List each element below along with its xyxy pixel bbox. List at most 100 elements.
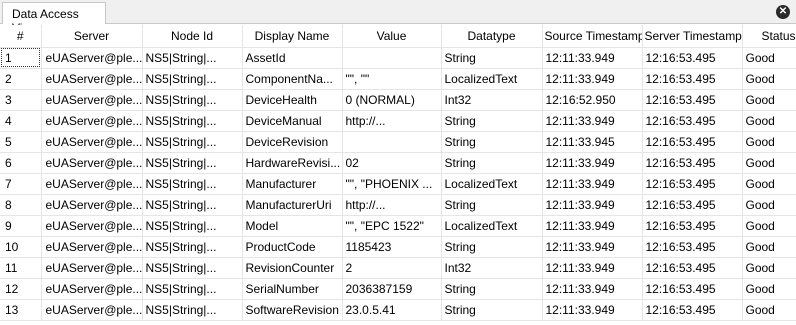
cell-server: eUAServer@ple... [41, 299, 143, 321]
cell-datatype: String [441, 278, 543, 300]
cell-datatype: String [441, 47, 543, 69]
cell-status: Good [742, 257, 796, 279]
cell-display-name: ManufacturerUri [242, 194, 343, 216]
cell-source-timestamp: 12:11:33.949 [542, 215, 643, 237]
header-row: # Server Node Id Display Name Value Data… [0, 25, 796, 48]
cell-display-name: SerialNumber [242, 278, 343, 300]
column-header-index[interactable]: # [0, 25, 42, 48]
table-row[interactable]: 2 eUAServer@ple... NS5|String|... Component… [0, 68, 796, 90]
cell-value: 02 [342, 152, 442, 174]
cell-node-id: NS5|String|... [142, 257, 243, 279]
cell-display-name: SoftwareRevision [242, 299, 343, 321]
cell-server: eUAServer@ple... [41, 236, 143, 258]
table-row[interactable]: 12 eUAServer@ple... NS5|String|... SerialNu… [0, 278, 796, 300]
cell-server-timestamp: 12:16:53.495 [642, 68, 743, 90]
cell-value [342, 131, 442, 153]
cell-server: eUAServer@ple... [41, 194, 143, 216]
cell-index: 2 [0, 68, 42, 90]
cell-display-name: DeviceManual [242, 110, 343, 132]
cell-index: 12 [0, 278, 42, 300]
cell-node-id: NS5|String|... [142, 131, 243, 153]
cell-value: "", "PHOENIX ... [342, 173, 442, 195]
cell-source-timestamp: 12:11:33.949 [542, 173, 643, 195]
cell-server-timestamp: 12:16:53.495 [642, 152, 743, 174]
cell-value: 23.0.5.41 [342, 299, 442, 321]
cell-index: 6 [0, 152, 42, 174]
cell-server-timestamp: 12:16:53.495 [642, 257, 743, 279]
cell-server-timestamp: 12:16:53.495 [642, 215, 743, 237]
cell-source-timestamp: 12:11:33.949 [542, 47, 643, 69]
cell-datatype: String [441, 194, 543, 216]
cell-value: http://... [342, 110, 442, 132]
cell-display-name: RevisionCounter [242, 257, 343, 279]
column-header-status[interactable]: Status [742, 25, 796, 48]
column-header-display-name[interactable]: Display Name [242, 25, 343, 48]
cell-index: 10 [0, 236, 42, 258]
cell-datatype: LocalizedText [441, 215, 543, 237]
table-row[interactable]: 13 eUAServer@ple... NS5|String|... Software… [0, 299, 796, 321]
cell-server: eUAServer@ple... [41, 68, 143, 90]
column-header-server[interactable]: Server [41, 25, 143, 48]
cell-server: eUAServer@ple... [41, 278, 143, 300]
cell-source-timestamp: 12:11:33.949 [542, 194, 643, 216]
table-row[interactable]: 4 eUAServer@ple... NS5|String|... DeviceMan… [0, 110, 796, 132]
data-grid[interactable]: # Server Node Id Display Name Value Data… [0, 25, 796, 325]
table-row[interactable]: 8 eUAServer@ple... NS5|String|... Manufactu… [0, 194, 796, 216]
cell-node-id: NS5|String|... [142, 89, 243, 111]
cell-status: Good [742, 89, 796, 111]
cell-status: Good [742, 194, 796, 216]
column-header-server-timestamp[interactable]: Server Timestamp [642, 25, 743, 48]
cell-source-timestamp: 12:11:33.949 [542, 236, 643, 258]
column-header-value[interactable]: Value [342, 25, 442, 48]
cell-status: Good [742, 152, 796, 174]
cell-datatype: String [441, 110, 543, 132]
cell-display-name: HardwareRevisi... [242, 152, 343, 174]
table-row[interactable]: 9 eUAServer@ple... NS5|String|... Model "", … [0, 215, 796, 237]
cell-source-timestamp: 12:11:33.949 [542, 257, 643, 279]
cell-display-name: AssetId [242, 47, 343, 69]
cell-server-timestamp: 12:16:53.495 [642, 47, 743, 69]
cell-node-id: NS5|String|... [142, 152, 243, 174]
column-header-datatype[interactable]: Datatype [441, 25, 543, 48]
cell-datatype: String [441, 299, 543, 321]
table-row[interactable]: 6 eUAServer@ple... NS5|String|... HardwareR… [0, 152, 796, 174]
cell-server-timestamp: 12:16:53.495 [642, 110, 743, 132]
cell-index: 5 [0, 131, 42, 153]
cell-index: 11 [0, 257, 42, 279]
cell-datatype: String [441, 131, 543, 153]
cell-source-timestamp: 12:11:33.949 [542, 278, 643, 300]
close-icon[interactable]: ✕ [776, 5, 790, 19]
cell-source-timestamp: 12:11:33.949 [542, 110, 643, 132]
cell-datatype: LocalizedText [441, 68, 543, 90]
table-row[interactable]: 3 eUAServer@ple... NS5|String|... DeviceHea… [0, 89, 796, 111]
cell-server-timestamp: 12:16:53.495 [642, 89, 743, 111]
cell-node-id: NS5|String|... [142, 47, 243, 69]
cell-source-timestamp: 12:11:33.949 [542, 68, 643, 90]
table-row[interactable]: 7 eUAServer@ple... NS5|String|... Manufactu… [0, 173, 796, 195]
cell-server: eUAServer@ple... [41, 215, 143, 237]
table-row[interactable]: 11 eUAServer@ple... NS5|String|... Revision… [0, 257, 796, 279]
cell-display-name: ProductCode [242, 236, 343, 258]
cell-datatype: Int32 [441, 89, 543, 111]
cell-index: 1 [0, 47, 42, 69]
tab-data-access-view[interactable]: Data Access View [2, 2, 106, 35]
cell-server-timestamp: 12:16:53.495 [642, 131, 743, 153]
cell-server: eUAServer@ple... [41, 89, 143, 111]
cell-server-timestamp: 12:16:53.495 [642, 299, 743, 321]
table-row[interactable]: 1 eUAServer@ple... NS5|String|... AssetId St… [0, 47, 796, 69]
cell-server-timestamp: 12:16:53.495 [642, 173, 743, 195]
cell-value: 2036387159 [342, 278, 442, 300]
cell-value: http://... [342, 194, 442, 216]
table-row[interactable]: 10 eUAServer@ple... NS5|String|... ProductC… [0, 236, 796, 258]
cell-server: eUAServer@ple... [41, 131, 143, 153]
cell-server-timestamp: 12:16:53.495 [642, 278, 743, 300]
table-row[interactable]: 5 eUAServer@ple... NS5|String|... DeviceRev… [0, 131, 796, 153]
column-header-node-id[interactable]: Node Id [142, 25, 243, 48]
cell-datatype: String [441, 236, 543, 258]
cell-server: eUAServer@ple... [41, 257, 143, 279]
cell-index: 8 [0, 194, 42, 216]
cell-datatype: LocalizedText [441, 173, 543, 195]
column-header-source-timestamp[interactable]: Source Timestamp [542, 25, 643, 48]
cell-server: eUAServer@ple... [41, 47, 143, 69]
data-table: # Server Node Id Display Name Value Data… [0, 25, 796, 321]
